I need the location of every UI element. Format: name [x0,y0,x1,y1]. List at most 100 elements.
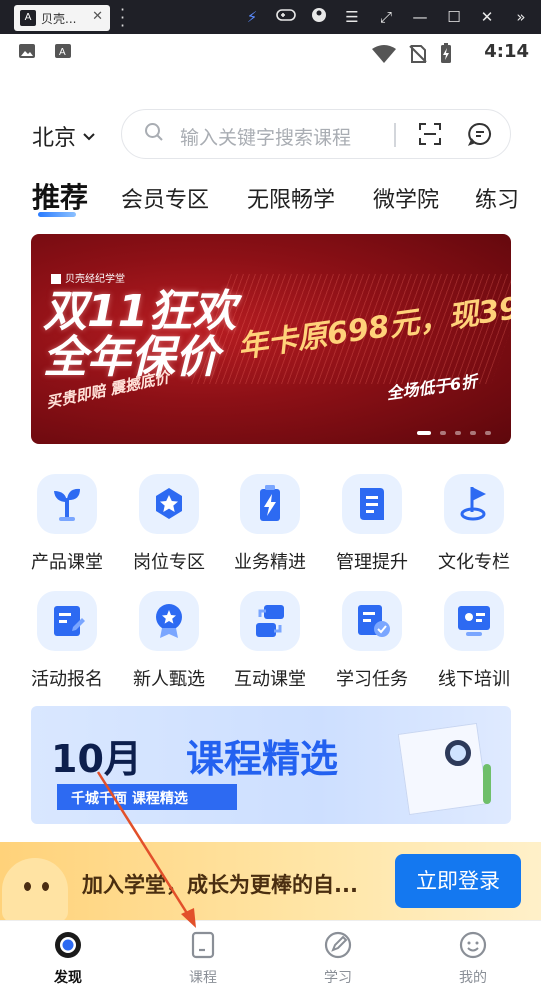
tab-practice[interactable]: 练习 [475,182,519,214]
search-bar[interactable]: 输入关键字搜索课程 [121,109,511,159]
document-illustration-icon [397,722,489,816]
magnifier-illustration-icon [445,740,471,766]
status-time: 4:14 [484,41,529,62]
nav-label: 发现 [54,970,82,986]
discover-icon [55,932,81,958]
book-icon [342,474,402,534]
profile-icon [459,931,487,959]
minimize-icon[interactable]: — [410,7,430,27]
october-course-banner[interactable]: 10月 课程精选 千城千面 课程精选 [31,706,511,824]
nav-label: 我的 [459,970,487,986]
nav-label: 课程 [189,970,217,986]
emulator-tab[interactable]: A 贝壳... ✕ [14,5,110,31]
category-label: 线下培训 [438,669,510,690]
carousel-dot [439,431,446,435]
carousel-dot [416,431,431,435]
tab-micro-college[interactable]: 微学院 [373,182,439,214]
nav-profile[interactable]: 我的 [433,929,513,987]
category-management[interactable]: 管理提升 [322,474,422,574]
course-icon [191,931,215,959]
category-interactive[interactable]: 互动课堂 [220,591,320,691]
category-label: 业务精进 [234,552,306,573]
image-icon [19,44,35,58]
carousel-dot [485,431,491,435]
tab-member-zone[interactable]: 会员专区 [121,182,209,214]
login-prompt-bar: 加入学堂，成长为更棒的自... 立即登录 [0,842,541,922]
login-button[interactable]: 立即登录 [395,854,521,908]
carousel-indicator [413,420,491,439]
account-icon[interactable] [309,7,329,28]
category-event-signup[interactable]: 活动报名 [17,591,117,691]
svg-text:A: A [59,47,66,58]
category-label: 产品课堂 [31,552,103,573]
study-icon [324,931,352,959]
gamepad-icon[interactable] [276,7,296,28]
category-offline-training[interactable]: 线下培训 [424,591,524,691]
sprout-icon [37,474,97,534]
nav-discover[interactable]: 发现 [28,929,108,987]
nav-courses[interactable]: 课程 [163,929,243,987]
boost-icon[interactable]: ⚡ [242,7,262,27]
resize-icon[interactable]: ⤢ [376,7,396,27]
star-badge-icon [139,474,199,534]
wifi-icon [371,45,396,63]
city-selector[interactable]: 北京 [32,120,96,152]
nav-label: 学习 [324,970,352,986]
promo-carousel[interactable]: 贝壳经纪学堂 双11狂欢 全年保价 买贵即赔 震撼底价 年卡原698元，现399… [31,234,511,444]
category-business-skills[interactable]: 业务精进 [220,474,320,574]
promo-title-main: 课程精选 [186,737,339,781]
category-label: 新人甄选 [133,669,205,690]
maximize-icon[interactable]: ☐ [444,7,464,27]
menu-icon[interactable]: ☰ [342,7,362,27]
category-label: 文化专栏 [438,552,510,573]
active-tab-indicator [38,212,76,217]
battery-bolt-icon [240,474,300,534]
medal-icon [139,591,199,651]
carousel-dot [454,431,461,435]
category-tabs: 推荐 会员专区 无限畅学 微学院 练习 [0,172,541,222]
edit-note-icon [37,591,97,651]
message-icon[interactable] [468,122,492,146]
flag-icon [444,474,504,534]
city-label: 北京 [32,126,77,151]
close-tab-icon[interactable]: ✕ [92,9,103,24]
expand-panel-icon[interactable]: » [511,7,531,27]
nav-study[interactable]: 学习 [298,929,378,987]
category-label: 学习任务 [336,669,408,690]
close-window-icon[interactable]: ✕ [477,7,497,27]
bottom-navigation: 发现 课程 学习 我的 [0,920,541,996]
category-culture[interactable]: 文化专栏 [424,474,524,574]
category-label: 互动课堂 [234,669,306,690]
task-check-icon [342,591,402,651]
emulator-tab-title: 贝壳... [41,12,77,26]
presentation-icon [444,591,504,651]
category-newcomer[interactable]: 新人甄选 [119,591,219,691]
font-icon: A [55,44,72,58]
tab-recommend[interactable]: 推荐 [32,176,88,216]
scan-icon[interactable] [418,122,442,146]
category-position-zone[interactable]: 岗位专区 [119,474,219,574]
category-label: 活动报名 [31,669,103,690]
category-study-tasks[interactable]: 学习任务 [322,591,422,691]
category-product-class[interactable]: 产品课堂 [17,474,117,574]
app-logo-icon: A [20,10,36,26]
search-placeholder[interactable]: 输入关键字搜索课程 [180,123,351,150]
emulator-title-bar: A 贝壳... ✕ · · · ⚡ ☰ ⤢ — ☐ ✕ » [0,0,541,34]
status-icons-left: A [18,43,72,63]
category-label: 管理提升 [336,552,408,573]
status-icons-right [371,42,453,68]
chevron-down-icon [82,130,96,146]
status-bar: A 4:14 [0,34,541,68]
promo-title-month: 10月 [51,737,142,781]
carousel-dot [469,431,476,435]
exchange-icon [240,591,300,651]
promo-strip: 千城千面 课程精选 [57,784,237,810]
tab-unlimited-study[interactable]: 无限畅学 [247,182,335,214]
plant-illustration-icon [483,764,491,804]
banner-headline: 双11狂欢 全年保价 [43,286,237,383]
more-vertical-icon[interactable]: · · · [120,2,126,34]
login-prompt-text: 加入学堂，成长为更棒的自... [82,873,358,897]
banner-brand: 贝壳经纪学堂 [51,270,125,285]
mascot-icon [2,858,68,922]
search-divider [394,123,396,147]
